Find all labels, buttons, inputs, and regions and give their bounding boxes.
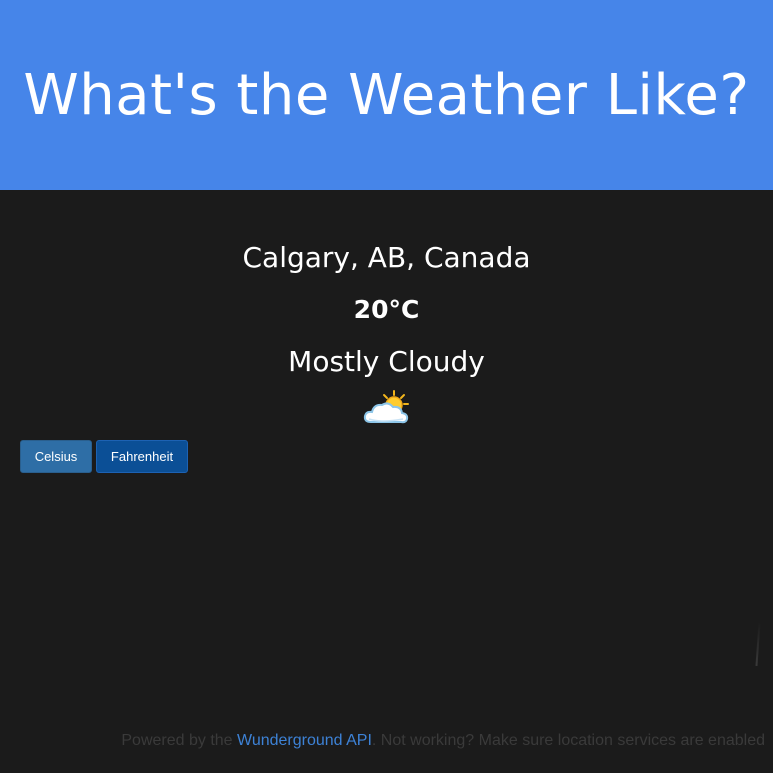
page: What's the Weather Like? Calgary, AB, Ca…	[0, 0, 773, 773]
fahrenheit-button[interactable]: Fahrenheit	[96, 440, 188, 473]
wunderground-link[interactable]: Wunderground API	[237, 732, 372, 749]
footer-suffix: . Not working? Make sure location servic…	[371, 732, 765, 749]
weather-panel: Calgary, AB, Canada 20°C Mostly Cloudy	[0, 232, 773, 428]
page-title: What's the Weather Like?	[23, 62, 750, 128]
temperature-value: 20°C	[353, 295, 420, 324]
weather-icon-wrap	[0, 388, 773, 428]
partly-cloudy-icon	[363, 390, 409, 424]
celsius-button[interactable]: Celsius	[20, 440, 92, 473]
condition-label: Mostly Cloudy	[288, 345, 485, 378]
footer-credit: Powered by the Wunderground API. Not wor…	[121, 732, 765, 750]
unit-toggle: Celsius Fahrenheit	[20, 440, 188, 473]
header-banner: What's the Weather Like?	[0, 0, 773, 190]
location-label: Calgary, AB, Canada	[242, 241, 531, 274]
footer-prefix: Powered by the	[121, 732, 237, 749]
scroll-indicator	[755, 621, 761, 667]
